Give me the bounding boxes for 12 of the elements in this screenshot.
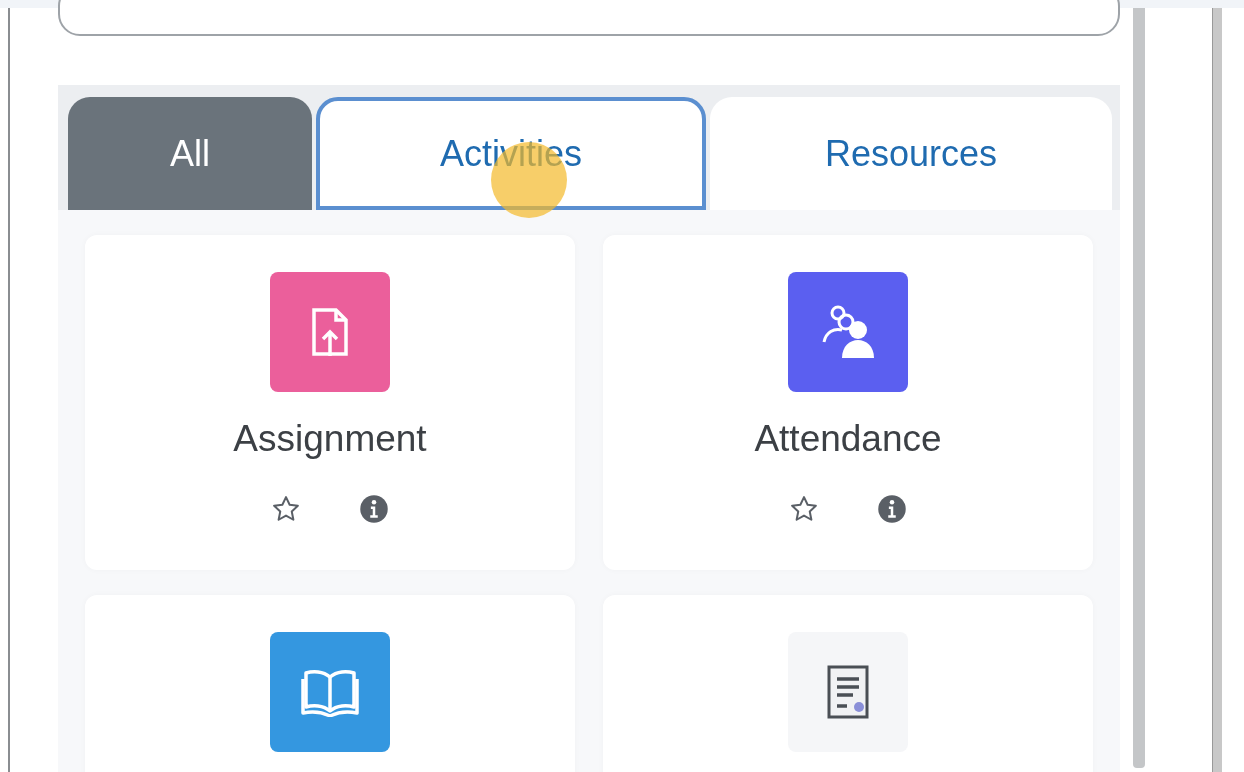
- book-icon: [301, 667, 359, 717]
- module-card[interactable]: Assignment: [85, 235, 575, 570]
- module-card[interactable]: Attendance: [603, 235, 1093, 570]
- module-name: Assignment: [233, 417, 427, 461]
- file-upload-icon: [310, 306, 350, 358]
- document-icon: [826, 664, 870, 720]
- tab[interactable]: Resources: [710, 97, 1112, 210]
- info-icon[interactable]: [359, 494, 389, 525]
- info-icon[interactable]: [877, 494, 907, 525]
- module-name: Attendance: [754, 417, 942, 461]
- scrollbar[interactable]: [1133, 8, 1145, 768]
- tab[interactable]: All: [68, 97, 312, 210]
